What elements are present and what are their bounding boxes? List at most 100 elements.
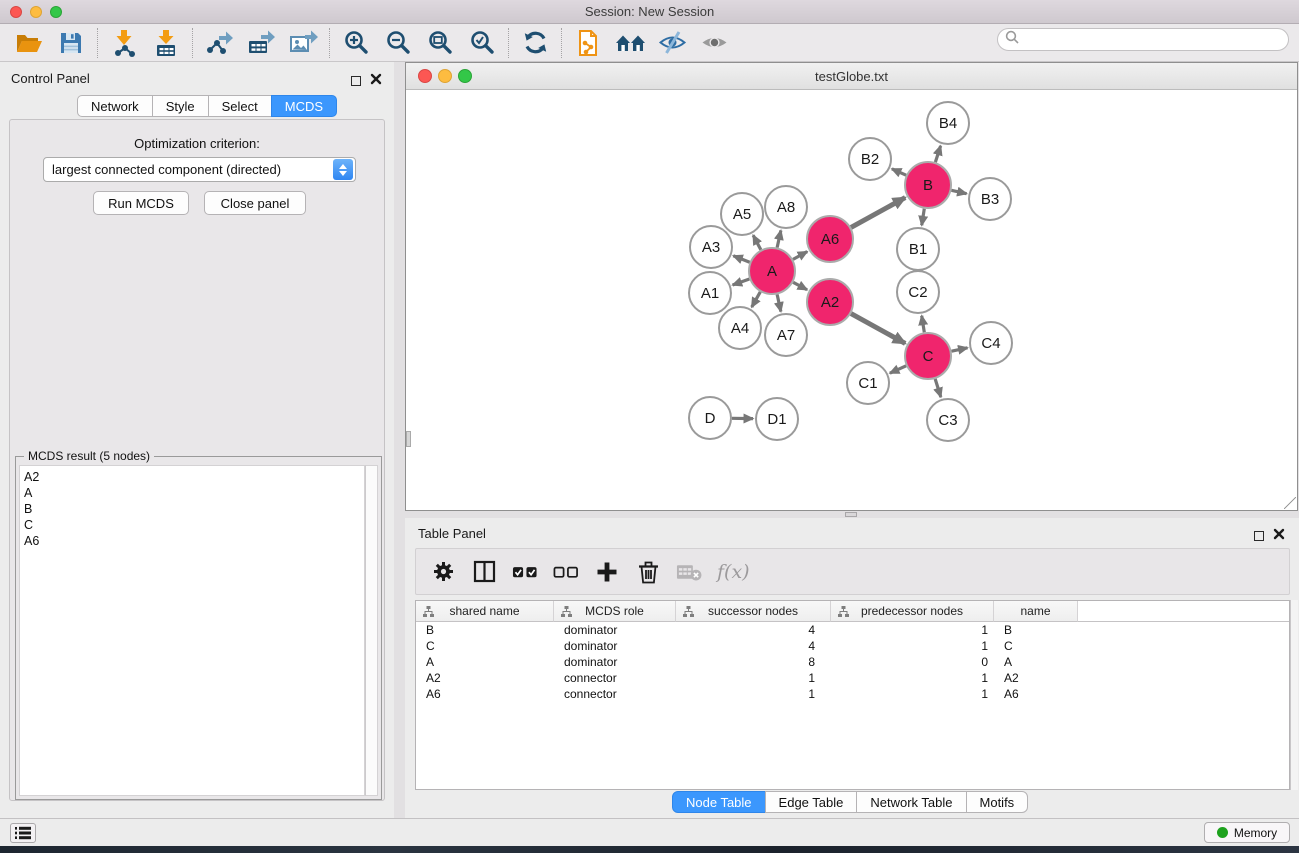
zoom-fit-icon[interactable] [419,26,461,60]
mcds-result-item[interactable]: C [24,517,364,533]
column-header-successor-nodes[interactable]: successor nodes [676,601,831,622]
graph-node-B3[interactable]: B3 [969,178,1011,220]
table-cell[interactable]: 4 [676,622,831,638]
table-cell[interactable]: dominator [554,622,676,638]
table-row-A[interactable]: Adominator80A [416,654,1289,670]
mcds-result-item[interactable]: B [24,501,364,517]
table-cell[interactable]: C [416,638,554,654]
select-all-icon[interactable] [512,558,538,586]
table-cell[interactable]: C [994,638,1078,654]
minimize-window-button[interactable] [30,6,42,18]
show-eye-icon[interactable] [693,26,735,60]
table-cell[interactable]: dominator [554,638,676,654]
export-table-icon[interactable] [240,26,282,60]
graph-node-B4[interactable]: B4 [927,102,969,144]
graph-node-D1[interactable]: D1 [756,398,798,440]
float-panel-icon[interactable] [351,76,361,86]
result-list-scrollbar[interactable] [365,465,378,796]
graph-node-A6[interactable]: A6 [807,216,853,262]
graph-edge-B-B4[interactable] [935,146,940,162]
table-cell[interactable]: 1 [831,638,994,654]
graph-edge-A-A1[interactable] [733,279,750,285]
save-session-icon[interactable] [50,26,92,60]
close-panel-button[interactable]: Close panel [204,191,306,215]
graph-node-C3[interactable]: C3 [927,399,969,441]
graph-edge-A-A7[interactable] [777,294,781,311]
tab-node-table[interactable]: Node Table [672,791,766,813]
table-cell[interactable]: A2 [994,670,1078,686]
task-history-button[interactable] [10,823,36,843]
graph-edge-C-C3[interactable] [935,379,941,397]
graph-edge-A-A8[interactable] [777,230,781,247]
zoom-selected-icon[interactable] [461,26,503,60]
graph-node-A4[interactable]: A4 [719,307,761,349]
column-header-MCDS-role[interactable]: MCDS role [554,601,676,622]
graph-edge-C-C1[interactable] [890,366,906,373]
resize-corner-icon[interactable] [1284,497,1296,509]
table-cell[interactable]: A6 [994,686,1078,702]
window-edge-grip[interactable] [406,431,411,447]
table-cell[interactable]: 1 [831,670,994,686]
export-network-icon[interactable] [198,26,240,60]
graph-edge-A-A5[interactable] [753,235,761,250]
graph-node-C1[interactable]: C1 [847,362,889,404]
zoom-in-icon[interactable] [335,26,377,60]
graph-edge-C-C4[interactable] [952,348,968,351]
table-row-C[interactable]: Cdominator41C [416,638,1289,654]
deselect-all-icon[interactable] [553,558,579,586]
tab-mcds[interactable]: MCDS [271,95,337,117]
graph-node-A1[interactable]: A1 [689,272,731,314]
graph-edge-B-B3[interactable] [951,190,966,193]
gear-icon[interactable] [430,558,456,586]
table-row-A2[interactable]: A2connector11A2 [416,670,1289,686]
table-cell[interactable]: 8 [676,654,831,670]
table-row-B[interactable]: Bdominator41B [416,622,1289,638]
graph-node-C4[interactable]: C4 [970,322,1012,364]
column-header-predecessor-nodes[interactable]: predecessor nodes [831,601,994,622]
columns-icon[interactable] [471,558,497,586]
graph-node-A5[interactable]: A5 [721,193,763,235]
graph-edge-A-A3[interactable] [733,256,749,262]
table-cell[interactable]: A6 [416,686,554,702]
mcds-result-item[interactable]: A [24,485,364,501]
table-cell[interactable]: 1 [831,622,994,638]
network-close-button[interactable] [418,69,432,83]
refresh-icon[interactable] [514,26,556,60]
mcds-result-item[interactable]: A2 [24,469,364,485]
table-cell[interactable]: 0 [831,654,994,670]
graph-node-B1[interactable]: B1 [897,228,939,270]
search-box[interactable] [997,28,1289,51]
table-row-A6[interactable]: A6connector11A6 [416,686,1289,702]
graph-node-B2[interactable]: B2 [849,138,891,180]
graph-edge-A6-B[interactable] [851,198,905,228]
column-header-name[interactable]: name [994,601,1078,622]
graph-node-C[interactable]: C [905,333,951,379]
mcds-result-item[interactable]: A6 [24,533,364,549]
graph-node-A8[interactable]: A8 [765,186,807,228]
graph-node-C2[interactable]: C2 [897,271,939,313]
network-canvas[interactable]: B4B2BB3A5A8A6A3B1AA1C2A2A4A7CC4C1C3DD1 [406,90,1297,510]
close-table-panel-icon[interactable] [1273,527,1285,545]
float-table-panel-icon[interactable] [1254,531,1264,541]
table-cell[interactable]: dominator [554,654,676,670]
network-window-titlebar[interactable]: testGlobe.txt [406,63,1297,90]
table-cell[interactable]: A2 [416,670,554,686]
tab-edge-table[interactable]: Edge Table [765,791,858,813]
panel-divider-grip[interactable] [845,512,857,517]
table-scrollbar[interactable] [1290,600,1298,790]
tab-style[interactable]: Style [152,95,209,117]
table-cell[interactable]: connector [554,670,676,686]
graph-edge-C-C2[interactable] [922,316,925,333]
graph-edge-A2-C[interactable] [851,314,905,344]
graph-node-A7[interactable]: A7 [765,314,807,356]
export-image-icon[interactable] [282,26,324,60]
zoom-out-icon[interactable] [377,26,419,60]
table-cell[interactable]: connector [554,686,676,702]
table-cell[interactable]: 1 [676,686,831,702]
trash-icon[interactable] [635,558,661,586]
home-icon[interactable] [609,26,651,60]
table-cell[interactable]: A [416,654,554,670]
import-network-icon[interactable] [103,26,145,60]
graph-edge-B-B1[interactable] [922,209,925,226]
graph-node-A3[interactable]: A3 [690,226,732,268]
